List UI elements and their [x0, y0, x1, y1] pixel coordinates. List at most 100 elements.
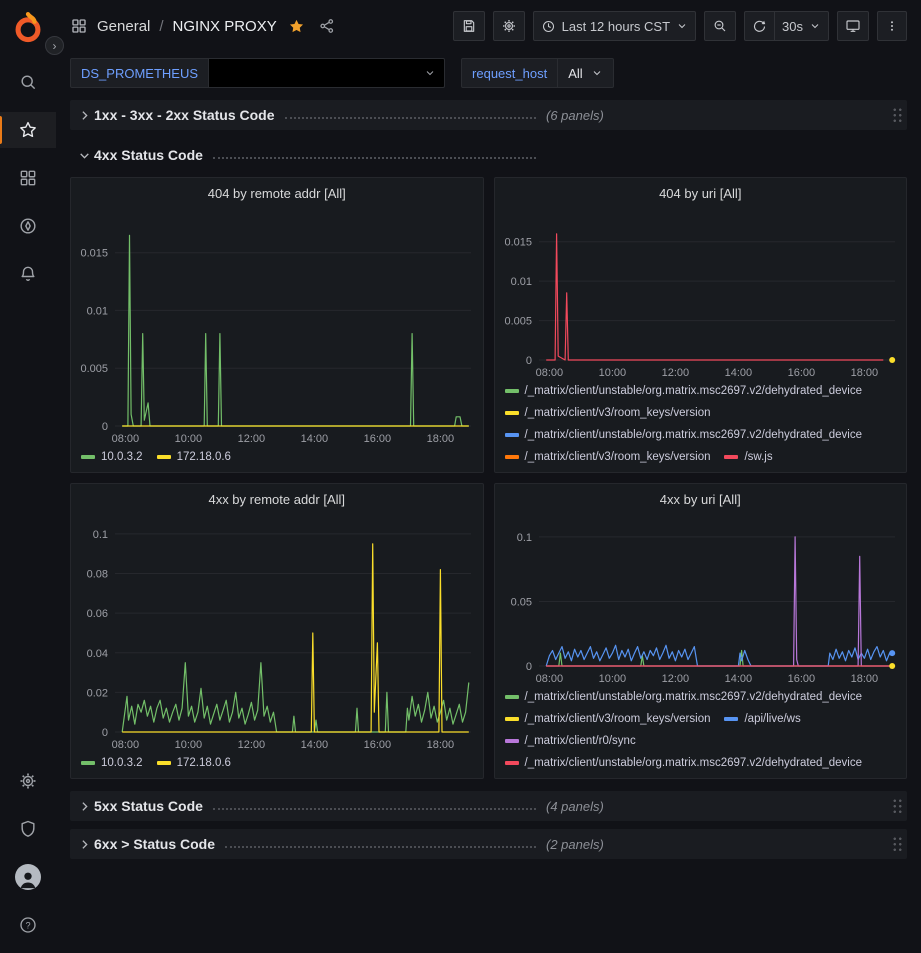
- refresh-button[interactable]: [744, 11, 774, 41]
- row-drag-handle[interactable]: [892, 836, 903, 853]
- request-host-variable-select[interactable]: All: [558, 58, 613, 88]
- sidebar-nav: [0, 64, 56, 292]
- favorite-star-icon[interactable]: [288, 18, 305, 35]
- timeseries-chart-4xx-by-uri[interactable]: 00.050.108:0010:0012:0014:0016:0018:00: [495, 514, 907, 686]
- tv-mode-button[interactable]: [837, 11, 869, 41]
- chevron-down-icon: [591, 67, 603, 79]
- panel-title[interactable]: 404 by remote addr [All]: [71, 178, 483, 208]
- svg-text:08:00: 08:00: [535, 673, 563, 685]
- svg-text:0: 0: [102, 421, 108, 433]
- sidebar-item-configuration[interactable]: [0, 763, 56, 799]
- legend-item[interactable]: /api/live/ws: [724, 708, 800, 730]
- sidebar-item-explore[interactable]: [0, 208, 56, 244]
- panel-title[interactable]: 4xx by uri [All]: [495, 484, 907, 514]
- sidebar-expand-button[interactable]: ›: [45, 36, 64, 55]
- datasource-variable-select[interactable]: [209, 58, 445, 88]
- legend-item[interactable]: /_matrix/client/unstable/org.matrix.msc2…: [505, 380, 863, 402]
- chevron-right-icon: [74, 109, 94, 122]
- datasource-variable-label[interactable]: DS_PROMETHEUS: [70, 58, 209, 88]
- svg-text:0.1: 0.1: [93, 529, 108, 541]
- legend-item[interactable]: 172.18.0.6: [157, 446, 231, 468]
- help-icon: ?: [18, 915, 38, 935]
- svg-text:14:00: 14:00: [301, 433, 329, 445]
- save-dashboard-button[interactable]: [453, 11, 485, 41]
- panel-title[interactable]: 4xx by remote addr [All]: [71, 484, 483, 514]
- chevron-down-icon: [809, 20, 821, 32]
- dashboard-toolbar: Last 12 hours CST: [453, 11, 907, 41]
- svg-text:08:00: 08:00: [112, 739, 140, 751]
- sidebar-item-dashboards[interactable]: [0, 160, 56, 196]
- svg-text:16:00: 16:00: [787, 367, 815, 379]
- legend-item[interactable]: 172.18.0.6: [157, 752, 231, 774]
- gear-icon: [18, 771, 38, 791]
- sidebar-item-profile[interactable]: [0, 859, 56, 895]
- request-host-variable-label[interactable]: request_host: [461, 58, 558, 88]
- row-dotted-leader: [213, 808, 536, 810]
- sidebar-item-alerting[interactable]: [0, 256, 56, 292]
- zoom-out-button[interactable]: [704, 11, 736, 41]
- refresh-interval-select[interactable]: 30s: [774, 11, 829, 41]
- legend-item[interactable]: /_matrix/client/unstable/org.matrix.msc2…: [505, 752, 863, 774]
- chevron-down-icon: [74, 149, 94, 162]
- svg-text:16:00: 16:00: [787, 673, 815, 685]
- dashboard-submenu: DS_PROMETHEUS request_host All: [56, 52, 921, 94]
- dashboard-settings-button[interactable]: [493, 11, 525, 41]
- svg-text:18:00: 18:00: [427, 433, 455, 445]
- timeseries-chart-404-by-remote-addr[interactable]: 00.0050.010.01508:0010:0012:0014:0016:00…: [71, 208, 483, 446]
- share-icon[interactable]: [318, 17, 336, 35]
- row-6xx[interactable]: 6xx > Status Code (2 panels): [70, 829, 907, 859]
- bell-icon: [18, 264, 38, 284]
- legend-item[interactable]: /_matrix/client/r0/sync: [505, 730, 636, 752]
- svg-text:0.02: 0.02: [87, 687, 108, 699]
- svg-text:12:00: 12:00: [238, 433, 266, 445]
- grafana-logo-icon[interactable]: [8, 8, 48, 48]
- svg-text:10:00: 10:00: [598, 367, 626, 379]
- row-title: 1xx - 3xx - 2xx Status Code: [94, 107, 275, 123]
- legend-item[interactable]: 10.0.3.2: [81, 752, 143, 774]
- monitor-icon: [845, 18, 861, 34]
- chart-legend: 10.0.3.2 172.18.0.6: [71, 446, 483, 472]
- legend-item[interactable]: /_matrix/client/v3/room_keys/version: [505, 446, 711, 468]
- sidebar-item-help[interactable]: ?: [0, 907, 56, 943]
- breadcrumb-dashboard-title[interactable]: NGINX PROXY: [173, 18, 277, 35]
- legend-item[interactable]: 10.0.3.2: [81, 446, 143, 468]
- svg-text:10:00: 10:00: [175, 433, 203, 445]
- svg-text:0: 0: [525, 661, 531, 673]
- panel-title[interactable]: 404 by uri [All]: [495, 178, 907, 208]
- dashboards-grid-icon: [18, 168, 38, 188]
- time-range-picker[interactable]: Last 12 hours CST: [533, 11, 696, 41]
- sidebar-item-search[interactable]: [0, 64, 56, 100]
- svg-text:14:00: 14:00: [724, 367, 752, 379]
- legend-item[interactable]: /_matrix/client/v3/room_keys/version: [505, 402, 711, 424]
- row-panel-count: (6 panels): [546, 108, 604, 123]
- legend-item[interactable]: /_matrix/client/v3/room_keys/version: [505, 708, 711, 730]
- legend-item[interactable]: /_matrix/client/unstable/org.matrix.msc2…: [505, 686, 863, 708]
- row-5xx[interactable]: 5xx Status Code (4 panels): [70, 791, 907, 821]
- refresh-interval-label: 30s: [782, 19, 803, 34]
- panel-grid: 404 by remote addr [All] 00.0050.010.015…: [70, 177, 907, 779]
- sidebar-item-starred[interactable]: [0, 112, 56, 148]
- legend-item[interactable]: /_matrix/client/unstable/org.matrix.msc2…: [505, 424, 863, 446]
- row-4xx[interactable]: 4xx Status Code: [70, 140, 907, 170]
- apps-grid-icon[interactable]: [70, 17, 88, 35]
- save-icon: [461, 18, 477, 34]
- user-avatar: [15, 864, 41, 890]
- breadcrumb-section[interactable]: General: [97, 18, 150, 35]
- grafana-app: ›: [0, 0, 921, 953]
- chart-legend: /_matrix/client/unstable/org.matrix.msc2…: [495, 686, 907, 778]
- sidebar-bottom: ?: [0, 763, 56, 943]
- row-drag-handle[interactable]: [892, 798, 903, 815]
- timeseries-chart-4xx-by-remote-addr[interactable]: 00.020.040.060.080.108:0010:0012:0014:00…: [71, 514, 483, 752]
- dashboard-content: 1xx - 3xx - 2xx Status Code (6 panels) 4…: [56, 94, 921, 953]
- row-1xx-3xx-2xx[interactable]: 1xx - 3xx - 2xx Status Code (6 panels): [70, 100, 907, 130]
- legend-item[interactable]: /sw.js: [724, 446, 772, 468]
- panel-4xx-by-remote-addr: 4xx by remote addr [All] 00.020.040.060.…: [70, 483, 484, 779]
- row-drag-handle[interactable]: [892, 107, 903, 124]
- star-icon: [18, 120, 38, 140]
- kebab-menu-button[interactable]: [877, 11, 907, 41]
- timeseries-chart-404-by-uri[interactable]: 00.0050.010.01508:0010:0012:0014:0016:00…: [495, 208, 907, 380]
- variable-request-host: request_host All: [461, 58, 614, 88]
- sidebar-item-admin[interactable]: [0, 811, 56, 847]
- svg-text:10:00: 10:00: [598, 673, 626, 685]
- svg-text:0: 0: [525, 355, 531, 367]
